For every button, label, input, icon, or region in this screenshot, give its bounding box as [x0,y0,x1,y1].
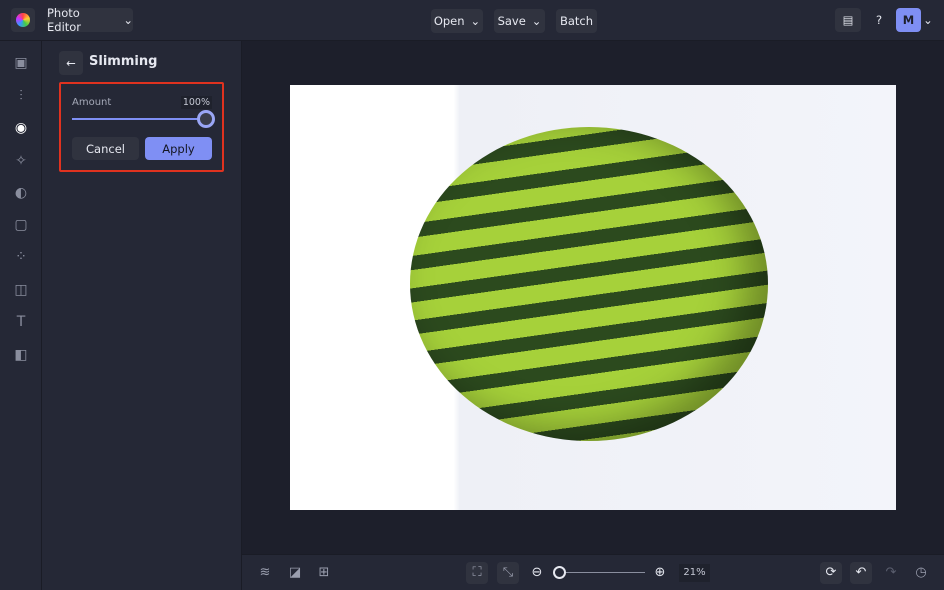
help-icon[interactable]: ? [867,8,891,32]
save-label: Save [497,14,526,28]
replace-icon[interactable]: ◪ [284,562,306,584]
actual-size-icon[interactable]: ⤡ [497,562,519,584]
effects-icon[interactable]: ✧ [11,151,31,171]
redo-icon[interactable]: ↷ [880,562,902,584]
refresh-icon[interactable]: ⟳ [820,562,842,584]
amount-slider[interactable] [72,118,206,120]
app-menu-button[interactable]: Photo Editor ⌄ [47,6,133,34]
layers-icon[interactable]: ≋ [254,562,276,584]
frame-icon[interactable]: ▢ [11,215,31,235]
chevron-down-icon[interactable]: ⌄ [921,8,935,32]
apply-button[interactable]: Apply [145,137,212,160]
chevron-down-icon: ⌄ [470,14,481,28]
batch-button[interactable]: Batch [556,9,597,33]
bottom-toolbar: ≋ ◪ ⊞ ⛶ ⤡ ⊖ ⊕ 21% ⟳ ↶ ↷ ◷ [242,554,944,590]
back-button[interactable]: ← [59,51,83,75]
app-menu-label: Photo Editor [47,6,82,34]
text-icon[interactable]: T [11,312,31,332]
zoom-slider-handle[interactable] [553,566,566,579]
tool-sidebar: ▣ ⫶ ◉ ✧ ◐ ▢ ⁘ ◫ T ◧ [0,41,42,590]
chevron-down-icon: ⌄ [531,14,542,28]
zoom-value[interactable]: 21% [679,564,710,582]
history-icon[interactable]: ◷ [910,562,932,584]
chevron-down-icon: ⌄ [123,13,133,27]
zoom-out-icon[interactable]: ⊖ [526,562,548,584]
logo[interactable] [11,8,35,32]
comments-icon[interactable]: ▤ [835,8,861,32]
arrow-left-icon: ← [66,56,76,70]
amount-value: 100% [180,96,212,109]
slimming-controls: Amount 100% Cancel Apply [59,82,224,172]
grid-icon[interactable]: ⊞ [313,562,335,584]
open-button[interactable]: Open ⌄ [431,9,483,33]
tool-panel: ← Slimming Amount 100% Cancel Apply [42,41,242,590]
undo-icon[interactable]: ↶ [850,562,872,584]
paint-icon[interactable]: ◐ [11,183,31,203]
crop-icon[interactable]: ◫ [11,280,31,300]
save-button[interactable]: Save ⌄ [494,9,545,33]
eye-icon[interactable]: ◉ [11,118,31,138]
amount-slider-handle[interactable] [197,110,215,128]
canvas-area [242,41,944,554]
adjust-icon[interactable]: ⫶ [11,86,31,106]
zoom-in-icon[interactable]: ⊕ [649,562,671,584]
amount-label: Amount [72,97,112,108]
panel-title: Slimming [89,54,158,69]
photo[interactable] [290,85,896,510]
watermelon-image [410,127,768,441]
graphics-icon[interactable]: ⁘ [11,247,31,267]
top-bar: Photo Editor ⌄ Open ⌄ Save ⌄ Batch ▤ ? M ⌄ [0,0,944,41]
image-icon[interactable]: ▣ [11,53,31,73]
avatar[interactable]: M [896,8,921,32]
open-label: Open [433,14,465,28]
zoom-slider[interactable] [560,572,645,573]
logo-icon [16,13,30,27]
fit-screen-icon[interactable]: ⛶ [466,562,488,584]
cancel-button[interactable]: Cancel [72,137,139,160]
overlay-icon[interactable]: ◧ [11,345,31,365]
